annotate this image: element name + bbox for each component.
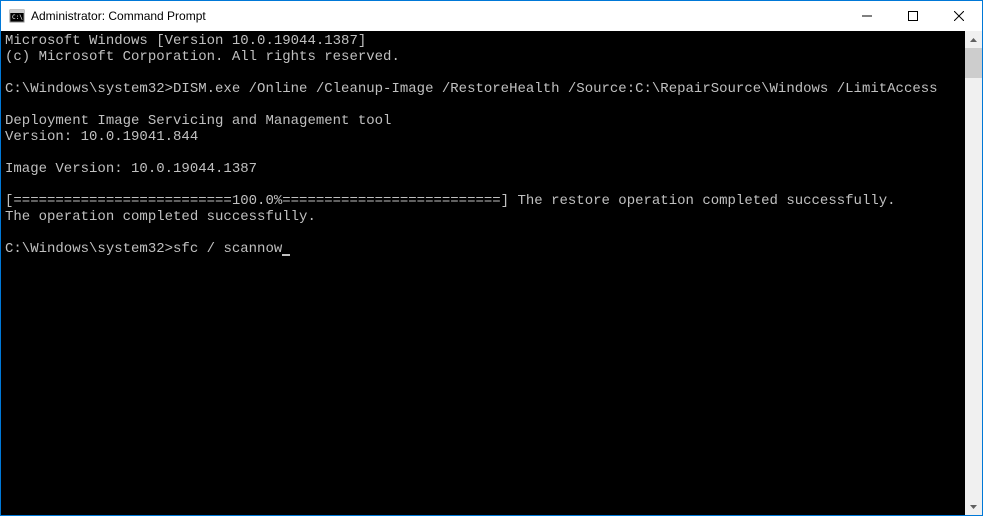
console-line: C:\Windows\system32>DISM.exe /Online /Cl… xyxy=(5,81,961,97)
current-input[interactable]: sfc / scannow xyxy=(173,241,282,257)
console-line xyxy=(5,97,961,113)
window-controls xyxy=(844,1,982,31)
console-line: [==========================100.0%=======… xyxy=(5,193,961,209)
console-line: Image Version: 10.0.19044.1387 xyxy=(5,161,961,177)
scroll-down-button[interactable] xyxy=(965,498,982,515)
console-line: (c) Microsoft Corporation. All rights re… xyxy=(5,49,961,65)
close-button[interactable] xyxy=(936,1,982,31)
window-title: Administrator: Command Prompt xyxy=(31,9,844,23)
vertical-scrollbar[interactable] xyxy=(965,31,982,515)
prompt: C:\Windows\system32> xyxy=(5,241,173,257)
console-line xyxy=(5,225,961,241)
console-current-line[interactable]: C:\Windows\system32>sfc / scannow xyxy=(5,241,961,257)
console-line xyxy=(5,177,961,193)
minimize-button[interactable] xyxy=(844,1,890,31)
console-line xyxy=(5,65,961,81)
scroll-track[interactable] xyxy=(965,48,982,498)
console-line: The operation completed successfully. xyxy=(5,209,961,225)
console-line: Deployment Image Servicing and Managemen… xyxy=(5,113,961,129)
titlebar[interactable]: C:\ Administrator: Command Prompt xyxy=(1,1,982,31)
cmd-icon: C:\ xyxy=(9,8,25,24)
console-line xyxy=(5,145,961,161)
client-area: Microsoft Windows [Version 10.0.19044.13… xyxy=(1,31,982,515)
console-output[interactable]: Microsoft Windows [Version 10.0.19044.13… xyxy=(1,31,965,515)
console-line: Microsoft Windows [Version 10.0.19044.13… xyxy=(5,33,961,49)
maximize-button[interactable] xyxy=(890,1,936,31)
console-line: Version: 10.0.19041.844 xyxy=(5,129,961,145)
window: C:\ Administrator: Command Prompt Micros… xyxy=(0,0,983,516)
scroll-up-button[interactable] xyxy=(965,31,982,48)
scroll-thumb[interactable] xyxy=(965,48,982,78)
svg-text:C:\: C:\ xyxy=(12,14,23,21)
cursor xyxy=(282,254,290,256)
